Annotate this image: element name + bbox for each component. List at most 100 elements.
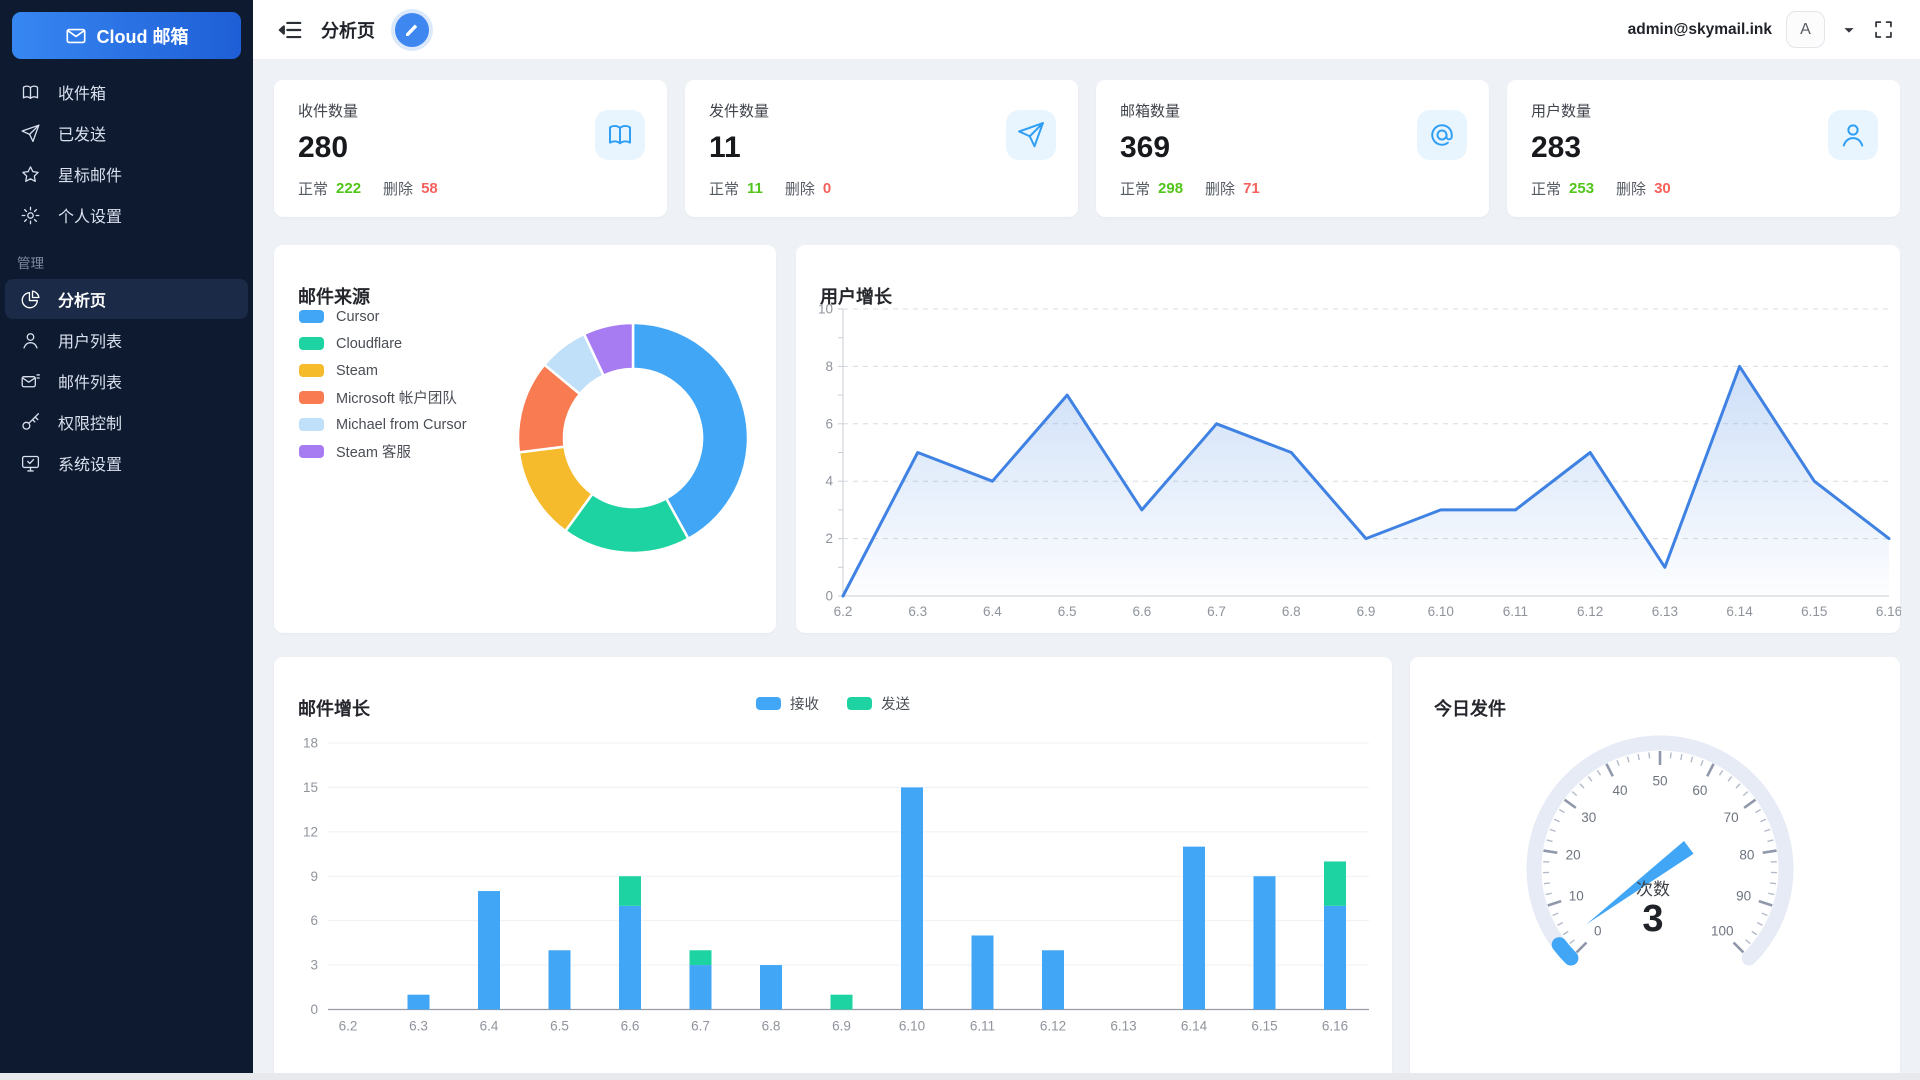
gauge-label: 次数: [1636, 880, 1670, 899]
edit-button[interactable]: [395, 13, 429, 47]
svg-text:6.16: 6.16: [1876, 604, 1901, 619]
svg-text:20: 20: [1566, 848, 1581, 863]
key-icon: [20, 412, 41, 433]
legend-item[interactable]: Cursor: [299, 303, 467, 330]
svg-text:6.8: 6.8: [762, 1019, 781, 1034]
legend-item[interactable]: Microsoft 帐户团队: [299, 384, 467, 411]
mail-source-legend: Cursor Cloudflare Steam Microsoft 帐户团队 Micha…: [299, 303, 467, 465]
caret-down-icon[interactable]: [1839, 20, 1859, 40]
stat-value: 369: [1120, 131, 1465, 165]
mail-list-icon: [20, 371, 41, 392]
svg-text:6.14: 6.14: [1726, 604, 1753, 619]
mail-source-card: 邮件来源 CursorCloudflareSteamMicrosoft 帐户团队…: [274, 245, 776, 633]
legend-color-chip: [299, 418, 324, 431]
at-icon: [1427, 120, 1457, 150]
legend-item[interactable]: Michael from Cursor: [299, 411, 467, 438]
avatar[interactable]: A: [1786, 11, 1825, 48]
fullscreen-button[interactable]: [1873, 19, 1894, 40]
svg-text:6.4: 6.4: [983, 604, 1002, 619]
svg-text:12: 12: [303, 824, 318, 839]
stat-deleted-label: 删除: [383, 178, 413, 199]
svg-text:9: 9: [310, 869, 318, 884]
legend-label: Cursor: [336, 309, 380, 325]
svg-text:6.10: 6.10: [899, 1019, 925, 1034]
stat-deleted-label: 删除: [785, 178, 815, 199]
legend-color-chip: [299, 391, 324, 404]
legend-color-chip: [299, 310, 324, 323]
svg-text:4: 4: [825, 474, 833, 489]
stat-deleted-value: 71: [1243, 180, 1260, 197]
stat-icon-box: [1417, 110, 1467, 160]
legend-color-chip: [299, 337, 324, 350]
bottom-edge-strip: [0, 1073, 1920, 1080]
bar-sent-6.7: [690, 950, 712, 965]
stat-normal-label: 正常: [709, 178, 739, 199]
stat-deleted-value: 30: [1654, 180, 1671, 197]
stat-card: 收件数量280正常222删除58: [274, 80, 667, 217]
sidebar-item-label: 星标邮件: [58, 162, 122, 186]
stat-card: 发件数量11正常11删除0: [685, 80, 1078, 217]
user-icon: [1838, 120, 1868, 150]
logo-button[interactable]: Cloud 邮箱: [12, 12, 241, 59]
bar-sent-6.9: [831, 995, 853, 1010]
user-icon: [20, 330, 41, 351]
legend-label: Microsoft 帐户团队: [336, 387, 457, 408]
legend-item[interactable]: Steam 客服: [299, 438, 467, 465]
legend-item[interactable]: Cloudflare: [299, 330, 467, 357]
gauge-value: 3: [1642, 898, 1663, 940]
svg-text:60: 60: [1692, 783, 1707, 798]
charts-row-2: 邮件增长 接收发送 03691215186.26.36.46.56.66.76.…: [274, 657, 1900, 1079]
svg-text:100: 100: [1711, 924, 1734, 939]
sidebar-item-key[interactable]: 权限控制: [5, 402, 248, 442]
legend-color-chip: [299, 445, 324, 458]
sidebar-item-send[interactable]: 已发送: [5, 113, 248, 153]
sidebar-item-user[interactable]: 用户列表: [5, 320, 248, 360]
svg-text:6.12: 6.12: [1577, 604, 1603, 619]
stats-row: 收件数量280正常222删除58发件数量11正常11删除0邮箱数量369正常29…: [274, 80, 1900, 217]
svg-text:80: 80: [1739, 848, 1754, 863]
bar-sent-6.16: [1324, 861, 1346, 905]
sidebar-item-monitor[interactable]: 系统设置: [5, 443, 248, 483]
svg-text:70: 70: [1724, 810, 1739, 825]
inbox-icon: [605, 120, 635, 150]
legend-label: Cloudflare: [336, 336, 402, 352]
svg-text:30: 30: [1581, 810, 1596, 825]
sidebar-item-mail-list[interactable]: 邮件列表: [5, 361, 248, 401]
user-growth-card: 用户增长 02468106.26.36.46.56.66.76.86.96.10…: [796, 245, 1900, 633]
user-growth-line-chart[interactable]: 02468106.26.36.46.56.66.76.86.96.106.116…: [796, 245, 1901, 633]
gear-icon: [20, 205, 41, 226]
stat-label: 用户数量: [1531, 100, 1876, 121]
sidebar-item-gear[interactable]: 个人设置: [5, 195, 248, 235]
bar-received-6.14: [1183, 847, 1205, 1010]
bar-received-6.12: [1042, 950, 1064, 1009]
mail-growth-card: 邮件增长 接收发送 03691215186.26.36.46.56.66.76.…: [274, 657, 1392, 1079]
bar-received-6.11: [972, 935, 994, 1009]
collapse-menu-button[interactable]: [277, 17, 303, 43]
svg-text:6.7: 6.7: [1207, 604, 1226, 619]
sidebar-item-pie[interactable]: 分析页: [5, 279, 248, 319]
svg-text:6.11: 6.11: [1503, 604, 1528, 619]
stat-normal-label: 正常: [298, 178, 328, 199]
legend-item[interactable]: Steam: [299, 357, 467, 384]
stat-normal-value: 253: [1569, 180, 1594, 197]
today-sent-gauge-chart[interactable]: 0102030405060708090100次数3: [1410, 657, 1900, 1079]
stat-normal-label: 正常: [1531, 178, 1561, 199]
bar-received-6.5: [549, 950, 571, 1009]
stat-meta: 正常298删除71: [1120, 178, 1465, 199]
svg-text:2: 2: [825, 531, 833, 546]
svg-text:18: 18: [303, 736, 318, 751]
sidebar-item-star[interactable]: 星标邮件: [5, 154, 248, 194]
svg-text:6.6: 6.6: [1132, 604, 1151, 619]
legend-label: Michael from Cursor: [336, 417, 467, 433]
mail-growth-bar-chart[interactable]: 03691215186.26.36.46.56.66.76.86.96.106.…: [274, 657, 1392, 1079]
sidebar-item-inbox[interactable]: 收件箱: [5, 72, 248, 112]
mail-source-donut-chart[interactable]: [498, 297, 768, 579]
bar-received-6.16: [1324, 906, 1346, 1010]
stat-meta: 正常 253 删除 30: [1531, 178, 1876, 199]
stat-normal-value: 298: [1158, 180, 1183, 197]
svg-text:6.7: 6.7: [691, 1019, 710, 1034]
stat-icon-box: [1006, 110, 1056, 160]
svg-text:6.9: 6.9: [832, 1019, 851, 1034]
stat-deleted-label: 删除: [1616, 178, 1646, 199]
svg-text:6.5: 6.5: [550, 1019, 569, 1034]
